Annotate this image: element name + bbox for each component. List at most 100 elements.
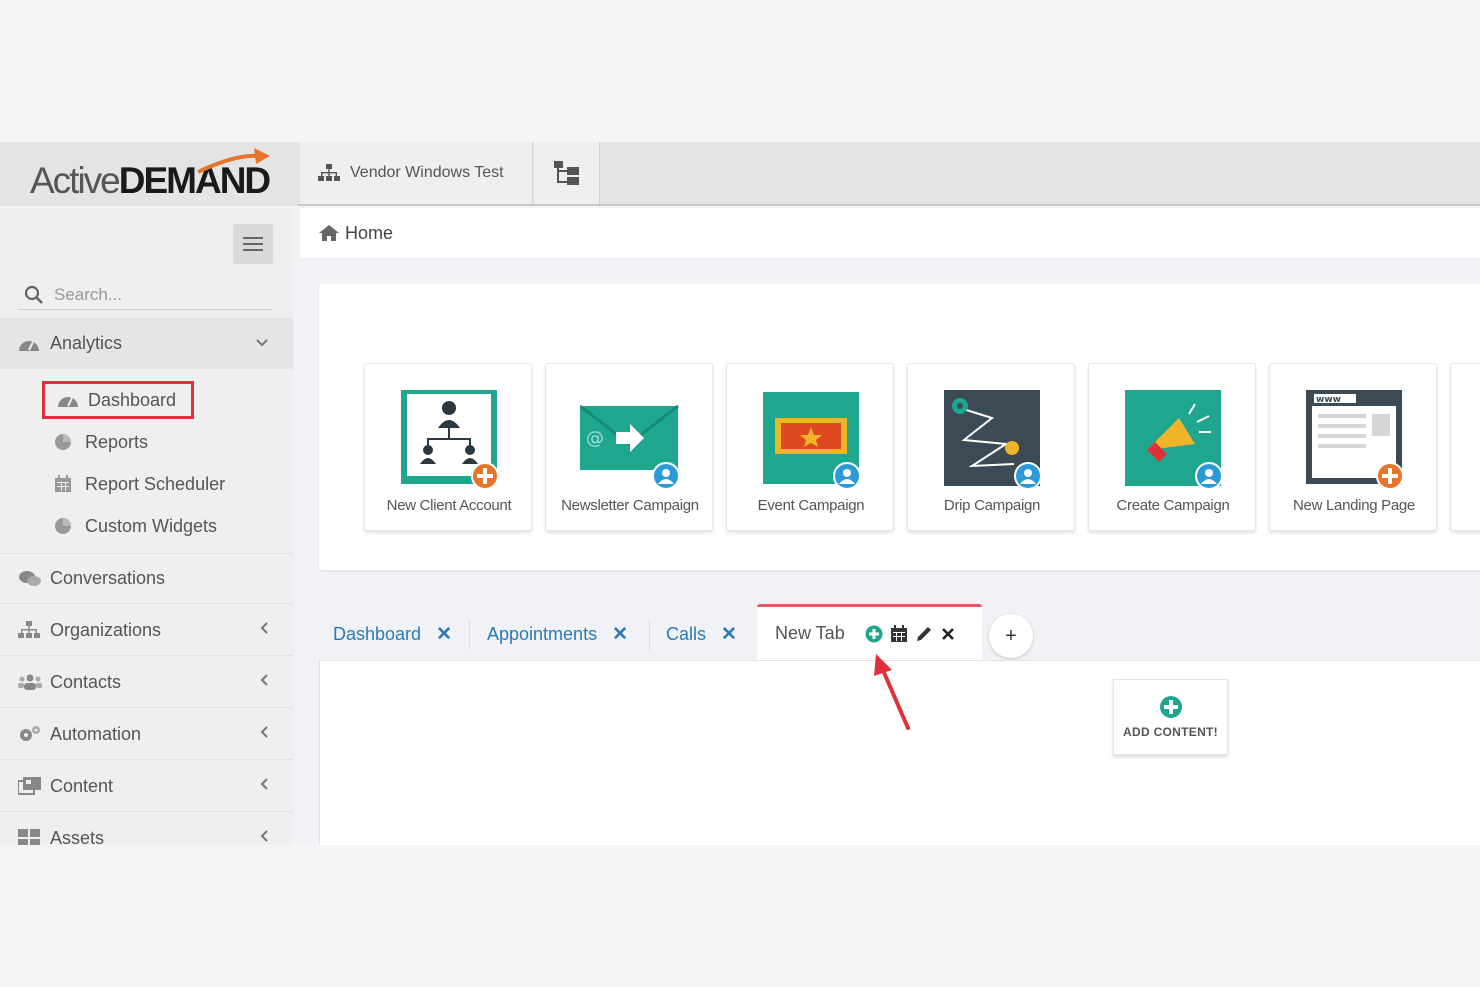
add-content-button[interactable]: ADD CONTENT! bbox=[1113, 679, 1228, 755]
add-content-label: ADD CONTENT! bbox=[1123, 725, 1218, 739]
quick-action-partial[interactable] bbox=[1450, 363, 1480, 531]
chevron-left-icon bbox=[259, 725, 269, 744]
users-icon bbox=[18, 674, 42, 690]
sidebar-subitem-reports[interactable]: Reports bbox=[54, 425, 148, 459]
sidebar-subitem-label: Reports bbox=[85, 431, 149, 452]
sidebar-item-label: Content bbox=[50, 775, 114, 796]
sidebar-item-assets[interactable]: Assets bbox=[0, 813, 293, 845]
dashboard-gauge-icon bbox=[57, 392, 79, 408]
quick-action-newsletter-campaign[interactable]: @ Newsletter Campaign bbox=[545, 363, 713, 531]
chevron-left-icon bbox=[259, 829, 269, 846]
logo-text-light: Active bbox=[30, 160, 121, 201]
close-icon[interactable]: ✕ bbox=[721, 623, 737, 646]
quick-action-label: Event Campaign bbox=[757, 497, 865, 514]
menu-toggle-button[interactable] bbox=[233, 224, 273, 264]
quick-action-event-campaign[interactable]: Event Campaign bbox=[726, 363, 894, 531]
annotation-arrow-icon bbox=[874, 654, 910, 730]
sidebar-item-label: Analytics bbox=[50, 333, 123, 353]
tab-calls[interactable]: Calls ✕ bbox=[666, 614, 737, 654]
images-icon bbox=[18, 777, 42, 795]
sidebar-item-conversations[interactable]: Conversations bbox=[0, 553, 293, 604]
sidebar-item-label: Automation bbox=[50, 723, 142, 744]
svg-text:www: www bbox=[1316, 395, 1341, 405]
top-bar: ActiveDEMAND Vendor Windows Test bbox=[0, 142, 1480, 206]
add-widget-icon[interactable] bbox=[865, 625, 883, 643]
tab-divider bbox=[649, 620, 650, 650]
close-icon[interactable]: ✕ bbox=[612, 623, 628, 646]
close-icon[interactable]: ✕ bbox=[436, 623, 452, 646]
dashboard-gauge-icon bbox=[18, 336, 42, 352]
quick-action-label: New Landing Page bbox=[1293, 497, 1415, 514]
org-chart-icon bbox=[18, 621, 42, 639]
sidebar-item-label: Conversations bbox=[50, 568, 166, 588]
tree-view-icon bbox=[553, 161, 579, 185]
chevron-down-icon bbox=[255, 335, 269, 353]
chevron-left-icon bbox=[259, 777, 269, 796]
quick-action-new-client-account[interactable]: New Client Account bbox=[364, 363, 532, 531]
sidebar-item-automation[interactable]: Automation bbox=[0, 709, 293, 760]
organization-tab[interactable]: Vendor Windows Test bbox=[300, 142, 533, 204]
quick-action-label: Drip Campaign bbox=[943, 497, 1041, 514]
quick-action-create-campaign[interactable]: Create Campaign bbox=[1088, 363, 1256, 531]
add-tab-button[interactable]: + bbox=[989, 614, 1033, 658]
org-chart-icon bbox=[318, 164, 340, 181]
pie-chart-icon bbox=[54, 433, 76, 451]
tab-label: New Tab bbox=[775, 623, 845, 643]
sidebar-item-contacts[interactable]: Contacts bbox=[0, 657, 293, 708]
grid-icon bbox=[18, 829, 42, 845]
tab-label: Calls bbox=[666, 623, 707, 644]
quick-action-drip-campaign[interactable]: Drip Campaign bbox=[907, 363, 1075, 531]
sidebar-item-content[interactable]: Content bbox=[0, 761, 293, 812]
tab-dashboard[interactable]: Dashboard ✕ bbox=[333, 614, 452, 654]
pie-chart-icon bbox=[54, 517, 76, 535]
pencil-icon[interactable] bbox=[915, 625, 933, 643]
quick-action-label: Create Campaign bbox=[1116, 497, 1230, 514]
organization-name: Vendor Windows Test bbox=[350, 164, 504, 181]
sidebar-item-label: Organizations bbox=[50, 619, 162, 640]
home-icon bbox=[319, 225, 339, 241]
quick-action-label: New Client Account bbox=[386, 497, 512, 514]
drip-path-icon bbox=[944, 390, 1042, 488]
sidebar-subitem-label: Custom Widgets bbox=[85, 515, 218, 536]
tab-divider bbox=[469, 620, 470, 650]
sidebar: Analytics Dashboard Reports Report Sched… bbox=[0, 208, 293, 845]
main-content: Home New Client Account @ Newsletter Cam… bbox=[293, 208, 1480, 845]
close-icon[interactable] bbox=[941, 627, 955, 641]
sidebar-subitem-custom-widgets[interactable]: Custom Widgets bbox=[54, 509, 217, 543]
event-ticket-icon bbox=[763, 392, 861, 488]
calendar-icon[interactable] bbox=[890, 625, 907, 642]
client-account-icon bbox=[401, 390, 499, 488]
sidebar-subitem-report-scheduler[interactable]: Report Scheduler bbox=[54, 467, 225, 501]
tab-label: Appointments bbox=[487, 623, 598, 644]
app-screenshot: ActiveDEMAND Vendor Windows Test Search.… bbox=[0, 142, 1480, 845]
plus-circle-icon bbox=[1159, 696, 1182, 718]
quick-action-label: Newsletter Campaign bbox=[561, 497, 699, 514]
sidebar-item-analytics[interactable]: Analytics bbox=[0, 318, 293, 369]
app-logo[interactable]: ActiveDEMAND bbox=[0, 142, 298, 206]
newsletter-icon: @ bbox=[580, 404, 680, 488]
sidebar-item-organizations[interactable]: Organizations bbox=[0, 605, 293, 656]
chat-bubbles-icon bbox=[18, 570, 42, 588]
quick-actions-panel: New Client Account @ Newsletter Campaign bbox=[319, 284, 1480, 570]
tab-label: Dashboard bbox=[333, 623, 422, 644]
quick-action-new-landing-page[interactable]: www New Landing Page bbox=[1269, 363, 1437, 531]
sidebar-subitem-label: Report Scheduler bbox=[85, 473, 226, 494]
chevron-left-icon bbox=[259, 621, 269, 640]
calendar-icon bbox=[54, 475, 76, 493]
sitemap-button[interactable] bbox=[534, 142, 600, 204]
tab-appointments[interactable]: Appointments ✕ bbox=[487, 614, 628, 654]
chevron-left-icon bbox=[259, 673, 269, 692]
breadcrumb: Home bbox=[300, 208, 1480, 258]
sidebar-item-label: Assets bbox=[50, 827, 105, 846]
search-icon bbox=[24, 285, 43, 304]
sidebar-search bbox=[18, 280, 273, 310]
hamburger-icon bbox=[243, 237, 263, 251]
sidebar-item-label: Contacts bbox=[50, 671, 122, 692]
sidebar-subitem-dashboard[interactable]: Dashboard bbox=[42, 381, 194, 419]
search-input[interactable] bbox=[54, 284, 254, 305]
logo-arrow-icon bbox=[197, 148, 270, 174]
sidebar-subitem-label: Dashboard bbox=[88, 389, 177, 410]
breadcrumb-home[interactable]: Home bbox=[345, 223, 393, 244]
megaphone-icon bbox=[1125, 390, 1223, 488]
svg-text:@: @ bbox=[586, 428, 604, 449]
